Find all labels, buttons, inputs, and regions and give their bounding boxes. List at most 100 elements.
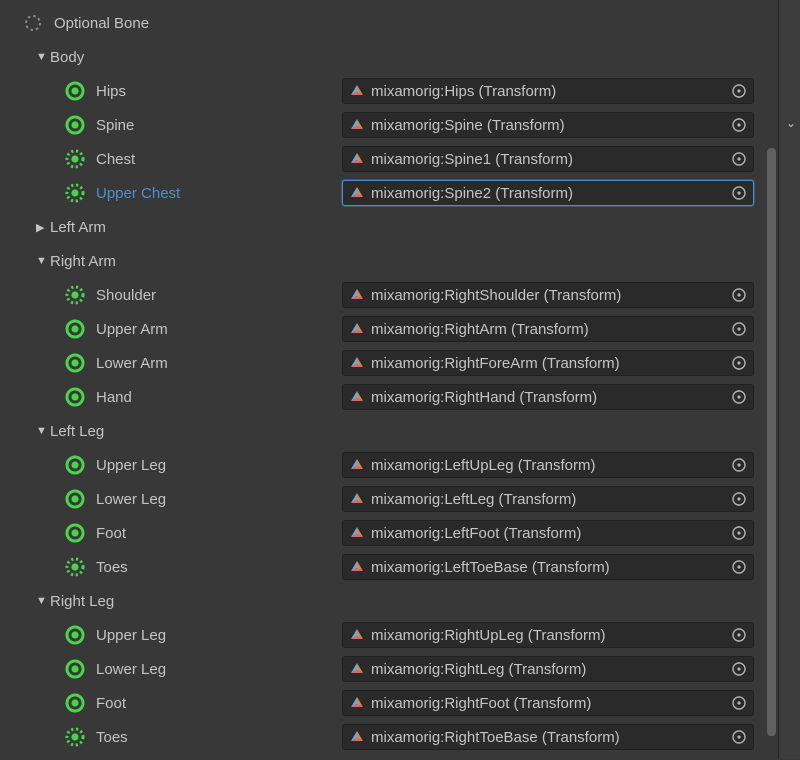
transform-field[interactable]: mixamorig:RightShoulder (Transform) [342,282,754,308]
bone-row-upper-arm: Upper Arm mixamorig:RightArm (Transform) [8,312,762,346]
bone-label[interactable]: Upper Chest [96,185,342,202]
transform-field[interactable]: mixamorig:RightLeg (Transform) [342,656,754,682]
chevron-down-icon[interactable]: ⌄ [786,116,796,130]
transform-icon [349,83,365,99]
transform-field[interactable]: mixamorig:LeftLeg (Transform) [342,486,754,512]
transform-field[interactable]: mixamorig:Spine (Transform) [342,112,754,138]
bone-label[interactable]: Lower Arm [96,355,342,372]
bone-row-chest: Chest mixamorig:Spine1 (Transform) [8,142,762,176]
transform-value: mixamorig:RightToeBase (Transform) [371,729,725,746]
bone-label[interactable]: Hips [96,83,342,100]
object-picker-icon[interactable] [729,693,749,713]
object-picker-icon[interactable] [729,353,749,373]
bone-row-toes: Toes mixamorig:RightToeBase (Transform) [8,720,762,754]
object-picker-icon[interactable] [729,115,749,135]
bone-label[interactable]: Foot [96,695,342,712]
transform-field[interactable]: mixamorig:Spine1 (Transform) [342,146,754,172]
transform-field[interactable]: mixamorig:RightToeBase (Transform) [342,724,754,750]
optional-bone-label: Optional Bone [54,15,149,32]
transform-icon [349,627,365,643]
section-left-arm[interactable]: ▶ Left Arm [8,210,762,244]
bone-row-foot: Foot mixamorig:LeftFoot (Transform) [8,516,762,550]
bone-row-upper-leg: Upper Leg mixamorig:RightUpLeg (Transfor… [8,618,762,652]
disclosure-closed-icon: ▶ [36,221,46,234]
required-bone-icon [64,386,86,408]
avatar-mapping-panel: Optional Bone ▼ Body Hips mixamorig:Hips… [0,0,762,760]
object-picker-icon[interactable] [729,81,749,101]
optional-bone-icon [64,726,86,748]
bone-row-upper-chest: Upper Chest mixamorig:Spine2 (Transform) [8,176,762,210]
section-left-leg[interactable]: ▼ Left Leg [8,414,762,448]
transform-value: mixamorig:RightLeg (Transform) [371,661,725,678]
section-right-arm[interactable]: ▼ Right Arm [8,244,762,278]
transform-field[interactable]: mixamorig:RightFoot (Transform) [342,690,754,716]
bone-label[interactable]: Upper Leg [96,457,342,474]
object-picker-icon[interactable] [729,319,749,339]
required-bone-icon [64,658,86,680]
transform-field[interactable]: mixamorig:Hips (Transform) [342,78,754,104]
transform-icon [349,355,365,371]
bone-row-spine: Spine mixamorig:Spine (Transform) [8,108,762,142]
transform-field[interactable]: mixamorig:RightHand (Transform) [342,384,754,410]
bone-label[interactable]: Hand [96,389,342,406]
bone-row-upper-leg: Upper Leg mixamorig:LeftUpLeg (Transform… [8,448,762,482]
object-picker-icon[interactable] [729,523,749,543]
bone-row-shoulder: Shoulder mixamorig:RightShoulder (Transf… [8,278,762,312]
transform-field[interactable]: mixamorig:LeftFoot (Transform) [342,520,754,546]
bone-label[interactable]: Spine [96,117,342,134]
bone-label[interactable]: Toes [96,729,342,746]
disclosure-open-icon: ▼ [36,595,46,607]
section-label: Left Leg [50,423,104,440]
required-bone-icon [64,318,86,340]
section-label: Right Leg [50,593,114,610]
transform-field[interactable]: mixamorig:LeftToeBase (Transform) [342,554,754,580]
object-picker-icon[interactable] [729,387,749,407]
required-bone-icon [64,454,86,476]
section-label: Body [50,49,84,66]
disclosure-open-icon: ▼ [36,425,46,437]
section-right-leg[interactable]: ▼ Right Leg [8,584,762,618]
bone-label[interactable]: Lower Leg [96,661,342,678]
transform-value: mixamorig:LeftUpLeg (Transform) [371,457,725,474]
object-picker-icon[interactable] [729,285,749,305]
bone-label[interactable]: Lower Leg [96,491,342,508]
section-body[interactable]: ▼ Body [8,40,762,74]
bone-row-toes: Toes mixamorig:LeftToeBase (Transform) [8,550,762,584]
bone-row-lower-leg: Lower Leg mixamorig:RightLeg (Transform) [8,652,762,686]
transform-field[interactable]: mixamorig:Spine2 (Transform) [342,180,754,206]
bone-label[interactable]: Shoulder [96,287,342,304]
transform-value: mixamorig:RightFoot (Transform) [371,695,725,712]
bone-label[interactable]: Toes [96,559,342,576]
required-bone-icon [64,80,86,102]
object-picker-icon[interactable] [729,659,749,679]
bone-row-lower-leg: Lower Leg mixamorig:LeftLeg (Transform) [8,482,762,516]
bone-row-lower-arm: Lower Arm mixamorig:RightForeArm (Transf… [8,346,762,380]
transform-icon [349,457,365,473]
scrollbar[interactable] [767,148,776,736]
object-picker-icon[interactable] [729,625,749,645]
required-bone-icon [64,692,86,714]
required-bone-icon [64,624,86,646]
bone-label[interactable]: Upper Leg [96,627,342,644]
transform-field[interactable]: mixamorig:LeftUpLeg (Transform) [342,452,754,478]
object-picker-icon[interactable] [729,489,749,509]
bone-label[interactable]: Upper Arm [96,321,342,338]
transform-field[interactable]: mixamorig:RightForeArm (Transform) [342,350,754,376]
transform-field[interactable]: mixamorig:RightArm (Transform) [342,316,754,342]
transform-value: mixamorig:Spine2 (Transform) [371,185,725,202]
object-picker-icon[interactable] [729,183,749,203]
transform-field[interactable]: mixamorig:RightUpLeg (Transform) [342,622,754,648]
transform-icon [349,117,365,133]
optional-bone-icon [64,284,86,306]
optional-bone-icon [64,182,86,204]
object-picker-icon[interactable] [729,149,749,169]
transform-icon [349,185,365,201]
transform-icon [349,389,365,405]
object-picker-icon[interactable] [729,455,749,475]
bone-label[interactable]: Chest [96,151,342,168]
object-picker-icon[interactable] [729,727,749,747]
object-picker-icon[interactable] [729,557,749,577]
bone-row-hips: Hips mixamorig:Hips (Transform) [8,74,762,108]
bone-label[interactable]: Foot [96,525,342,542]
transform-value: mixamorig:RightForeArm (Transform) [371,355,725,372]
